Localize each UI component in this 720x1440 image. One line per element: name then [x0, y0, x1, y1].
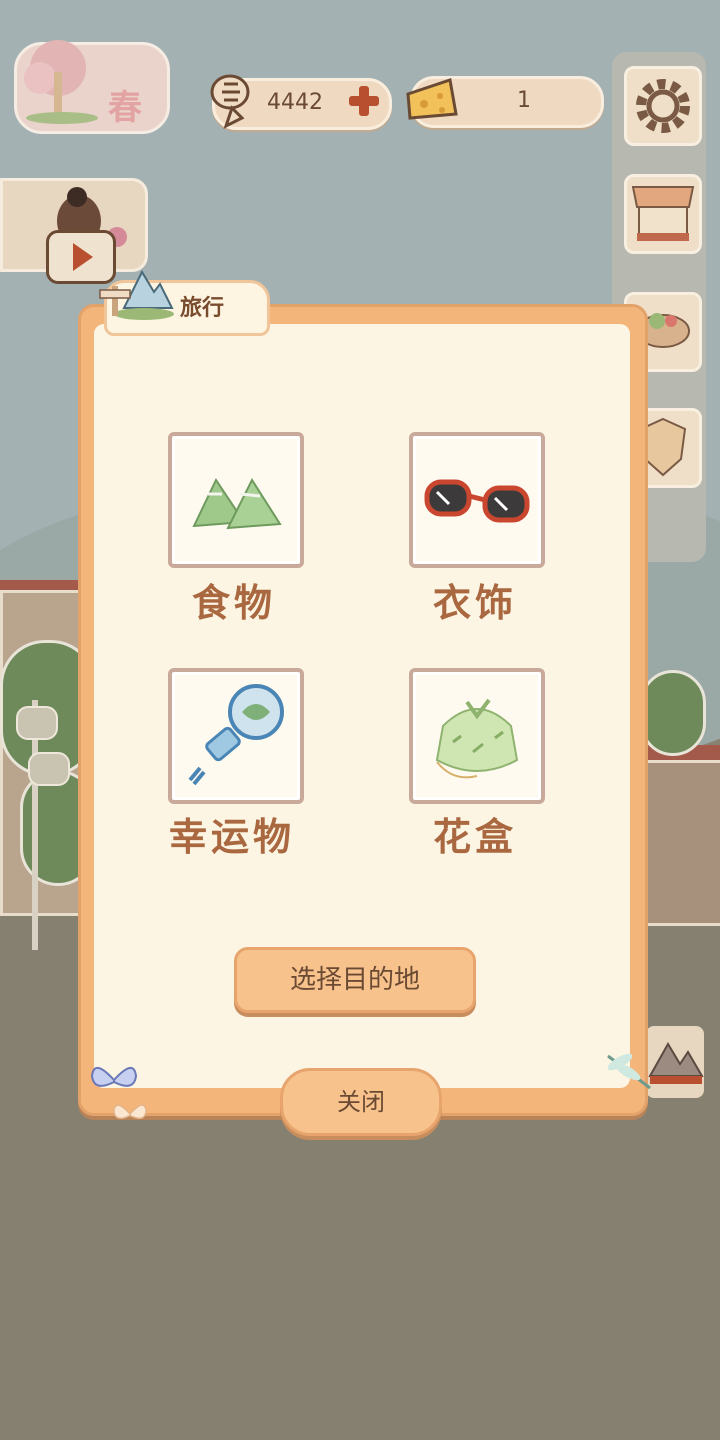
house-right: [640, 760, 720, 926]
flower-box-label: 花盒: [432, 815, 517, 859]
shop-stall-icon: [631, 186, 695, 241]
add-fish-icon[interactable]: [345, 82, 383, 120]
signpost-mountain-icon: [99, 269, 174, 320]
butterfly-small-icon: [113, 1104, 147, 1120]
lamp: [28, 752, 70, 786]
dragonfly-icon: [607, 1053, 651, 1090]
lucky-item-label: 幸运物: [168, 815, 295, 859]
gear-icon: [636, 79, 690, 133]
cheese-icon: [406, 78, 458, 120]
season-label: 春: [108, 88, 142, 128]
close-button[interactable]: 关闭: [280, 1068, 442, 1136]
settings-button[interactable]: [624, 66, 702, 146]
accessory-label: 衣饰: [432, 581, 517, 625]
tab-title: 旅行: [180, 296, 225, 321]
food-label: 食物: [191, 581, 276, 625]
shop-button[interactable]: [624, 174, 702, 254]
lucky-charm-icon: [188, 684, 284, 786]
cherry-tree-icon: [24, 40, 98, 124]
sunglasses-icon: [424, 479, 530, 523]
select-destination-button[interactable]: 选择目的地: [234, 947, 476, 1013]
cheese-count: 1: [517, 88, 531, 113]
food-card[interactable]: [168, 432, 304, 568]
wrapped-bundle-icon: [435, 698, 519, 779]
rice-dumpling-icon: [192, 477, 282, 530]
tree-right: [640, 670, 706, 756]
accessory-card[interactable]: [409, 432, 545, 568]
lamp: [16, 706, 58, 740]
fish-count: 4442: [267, 90, 323, 115]
lucky-item-card[interactable]: [168, 668, 304, 804]
fish-bone-icon: [210, 74, 250, 129]
flower-box-card[interactable]: [409, 668, 545, 804]
